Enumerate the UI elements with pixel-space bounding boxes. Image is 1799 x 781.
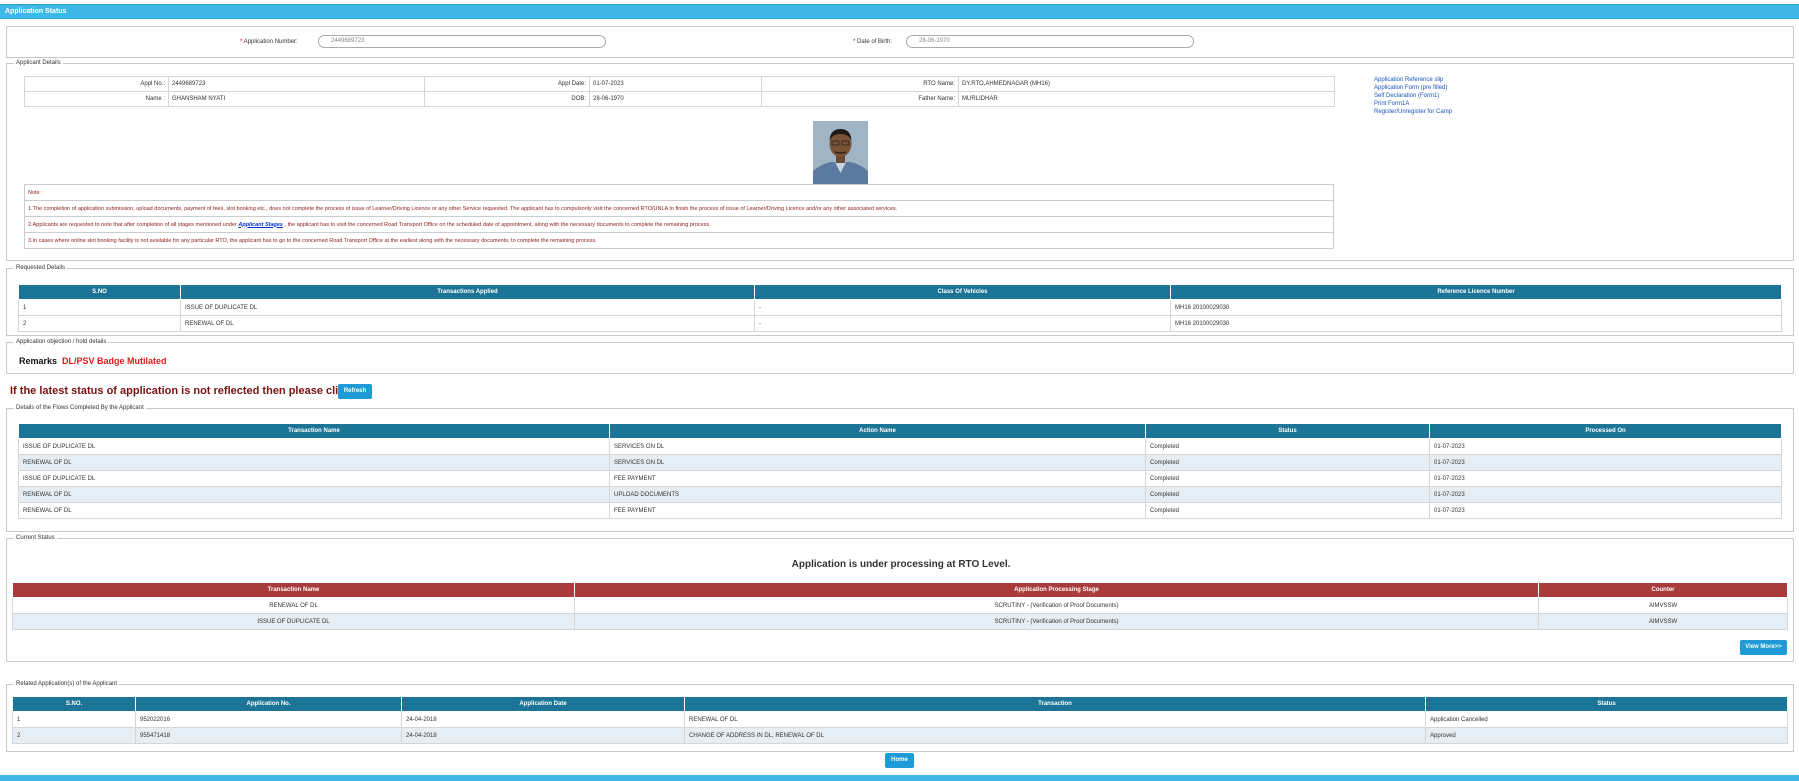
col-related-status: Status — [1425, 696, 1788, 712]
appl-date-label: Appl Date: — [424, 76, 590, 92]
rto-name-label: RTO Name: — [761, 76, 959, 92]
col-class-of-vehicles: Class Of Vehicles — [754, 284, 1171, 300]
applicant-info-table: Appl No.: 2449689723 Appl Date: 01-07-20… — [24, 76, 1335, 107]
application-number-link[interactable]: 952022016 — [135, 711, 402, 728]
related-applications-legend: Related Application(s) of the Applicant — [14, 681, 120, 688]
col-processed-on: Processed On — [1429, 423, 1782, 439]
note-2: 2.Applicants are requested to note that … — [24, 216, 1334, 233]
col-transactions-applied: Transactions Applied — [180, 284, 755, 300]
table-row: RENEWAL OF DL FEE PAYMENT Completed 01-07-2… — [18, 502, 1782, 519]
col-related-sno: S.NO. — [12, 696, 136, 712]
col-application-date: Application Date — [401, 696, 685, 712]
table-row: RENEWAL OF DL UPLOAD DOCUMENTS Completed 01… — [18, 486, 1782, 503]
note-3: 3.In cases where online slot booking fac… — [24, 232, 1334, 249]
date-of-birth-input[interactable]: 28-06-1970 — [906, 35, 1194, 48]
table-row: 1 ISSUE OF DUPLICATE DL - MH16 20100029030 — [18, 299, 1782, 316]
col-application-no: Application No. — [135, 696, 402, 712]
remarks-label: Remarks : — [19, 356, 66, 366]
dob-label: * Date of Birth: — [853, 39, 893, 45]
application-number-link[interactable]: 955471418 — [135, 727, 402, 744]
document-links: Application Reference slip Application F… — [1374, 76, 1452, 116]
col-transaction-name: Transaction Name — [18, 423, 610, 439]
table-row: 2 RENEWAL OF DL - MH16 20100029030 — [18, 315, 1782, 332]
requested-table: S.NO Transactions Applied Class Of Vehicle… — [18, 284, 1782, 332]
current-status-heading: Application is under processing at RTO L… — [791, 559, 1011, 570]
col-transaction: Transaction — [684, 696, 1426, 712]
applicant-stages-link[interactable]: Applicant Stages — [238, 222, 283, 228]
appl-no-label: Appl No.: — [24, 76, 169, 92]
table-row: RENEWAL OF DL SCRUTINY - (Verification of… — [12, 597, 1788, 614]
link-reference-slip[interactable]: Application Reference slip — [1374, 76, 1452, 84]
appl-date-value: 01-07-2023 — [589, 76, 762, 92]
footer-bar — [0, 775, 1799, 781]
col-processing-stage: Application Processing Stage — [574, 582, 1539, 598]
view-more-button[interactable]: View More>> — [1740, 640, 1787, 655]
col-action-name: Action Name — [609, 423, 1146, 439]
applicant-photo — [813, 121, 868, 184]
col-reference-licence: Reference Licence Number — [1170, 284, 1782, 300]
link-register-camp[interactable]: Register/Unregister for Camp — [1374, 108, 1452, 116]
note-title: Note : — [24, 184, 1334, 201]
requested-details-legend: Requested Details — [14, 265, 68, 272]
col-sno: S.NO — [18, 284, 181, 300]
search-panel: * Application Number: 2449689723 * Date … — [6, 26, 1794, 58]
link-self-declaration[interactable]: Self Declaration (Form1) — [1374, 92, 1452, 100]
link-application-form[interactable]: Application Form (pre filled) — [1374, 84, 1452, 92]
father-name-label: Father Name: — [761, 91, 959, 107]
table-row: 1 952022016 24-04-2018 RENEWAL OF DL Applica… — [12, 711, 1788, 728]
note-1: 1.The completion of application submissi… — [24, 200, 1334, 217]
name-value: GHANSHAM NYATI — [168, 91, 425, 107]
objection-legend: Application objection / hold details — [14, 339, 109, 346]
appl-no-value: 2449689723 — [168, 76, 425, 92]
dob-info-label: DOB: — [424, 91, 590, 107]
table-row: 2 955471418 24-04-2018 CHANGE OF ADDRESS IN… — [12, 727, 1788, 744]
refresh-message: If the latest status of application is n… — [10, 385, 367, 397]
flows-table: Transaction Name Action Name Status Process… — [18, 423, 1782, 519]
refresh-button[interactable]: Refresh — [338, 384, 372, 399]
application-number-input[interactable]: 2449689723 — [318, 35, 606, 48]
father-name-value: MURLIDHAR — [958, 91, 1335, 107]
name-label: Name : — [24, 91, 169, 107]
flows-legend: Details of the Flows Completed By the Ap… — [14, 405, 146, 412]
page-title-bar: Application Status — [0, 4, 1799, 19]
app-no-label: * Application Number: — [240, 39, 298, 45]
table-row: RENEWAL OF DL SERVICES ON DL Completed 01-0… — [18, 454, 1782, 471]
link-print-form1a[interactable]: Print Form1A — [1374, 100, 1452, 108]
rto-name-value: DY.RTO,AHMEDNAGAR (MH16) — [958, 76, 1335, 92]
table-row: ISSUE OF DUPLICATE DL FEE PAYMENT Complete… — [18, 470, 1782, 487]
applicant-details-legend: Applicant Details — [14, 60, 63, 67]
col-status: Status — [1145, 423, 1430, 439]
col-current-transaction: Transaction Name — [12, 582, 575, 598]
current-status-legend: Current Status — [14, 535, 57, 542]
col-counter: Counter — [1538, 582, 1788, 598]
home-button[interactable]: Home — [885, 753, 914, 768]
related-applications-table: S.NO. Application No. Application Date Tran… — [12, 696, 1788, 744]
notes-table: Note : 1.The completion of application s… — [24, 184, 1334, 249]
objection-panel: Application objection / hold details Rem… — [6, 339, 1794, 374]
dob-info-value: 28-06-1970 — [589, 91, 762, 107]
remarks-value: DL/PSV Badge Mutilated — [62, 356, 167, 366]
current-status-table: Transaction Name Application Processing S… — [12, 582, 1788, 630]
table-row: ISSUE OF DUPLICATE DL SERVICES ON DL Compl… — [18, 438, 1782, 455]
table-row: ISSUE OF DUPLICATE DL SCRUTINY - (Verific… — [12, 613, 1788, 630]
page-title: Application Status — [5, 8, 67, 15]
